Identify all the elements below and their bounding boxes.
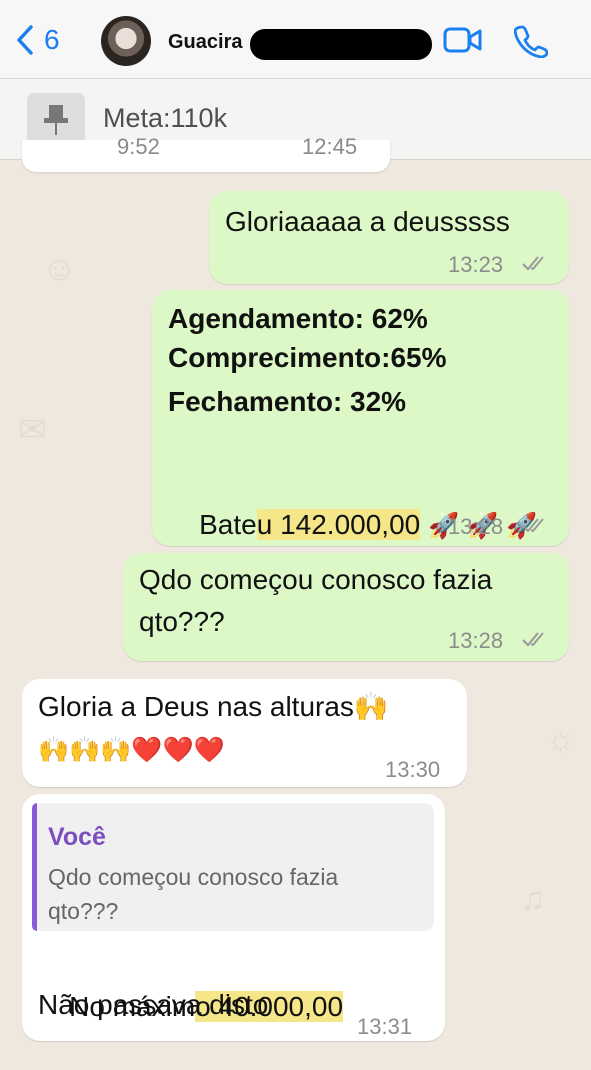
contact-name[interactable]: Guacira bbox=[168, 31, 242, 54]
message-text-line: qto??? bbox=[139, 606, 225, 637]
message-text-bold-line: Fechamento: 32% bbox=[168, 386, 407, 417]
pin-icon-box bbox=[27, 93, 85, 147]
double-check-icon bbox=[522, 518, 544, 533]
incoming-message[interactable]: Gloria a Deus nas alturas🙌 🙌🙌🙌❤️❤️❤️ 13:… bbox=[22, 679, 467, 787]
quote-accent-bar bbox=[32, 803, 37, 931]
redaction-bar bbox=[250, 29, 432, 60]
incoming-reply-message[interactable]: Você Qdo começou conosco fazia qto??? No… bbox=[22, 794, 445, 1041]
emoji-line: 🙌🙌🙌❤️❤️❤️ bbox=[38, 735, 225, 764]
message-time: 13:23 bbox=[448, 252, 504, 277]
quoted-text: Qdo começou conosco fazia qto??? bbox=[48, 864, 339, 924]
chat-background-doodle: ✉ bbox=[18, 411, 47, 449]
chat-header: 6 Guacira bbox=[0, 0, 591, 79]
message-text-line: Não passava disto bbox=[38, 989, 269, 1020]
chat-background-doodle: ♫ bbox=[520, 880, 546, 918]
chevron-left-icon bbox=[17, 25, 33, 55]
message-time: 13:28 bbox=[448, 514, 504, 539]
double-check-icon bbox=[522, 632, 544, 647]
phone-icon[interactable] bbox=[514, 24, 548, 58]
message-text-bold-line: Comprecimento:65% bbox=[168, 342, 447, 373]
previous-message-time-left: 9:52 bbox=[117, 134, 160, 159]
message-text-line: Qdo começou conosco fazia bbox=[139, 564, 493, 595]
previous-message-time-right: 12:45 bbox=[302, 134, 358, 159]
outgoing-message[interactable]: Qdo começou conosco fazia qto??? 13:28 bbox=[123, 553, 569, 661]
outgoing-message[interactable]: Gloriaaaaa a deusssss 13:23 bbox=[209, 191, 569, 284]
quoted-author: Você bbox=[48, 823, 106, 851]
quoted-message[interactable]: Você Qdo começou conosco fazia qto??? bbox=[32, 803, 434, 931]
pinned-message-text: Meta:110k bbox=[103, 103, 228, 133]
pin-icon bbox=[44, 105, 68, 135]
outgoing-message[interactable]: Agendamento: 62% Comprecimento:65% Fecha… bbox=[152, 290, 569, 546]
video-camera-icon[interactable] bbox=[443, 24, 483, 56]
chat-background-doodle: ☺ bbox=[42, 250, 77, 288]
highlighted-amount: u 142.000,00 bbox=[256, 509, 421, 540]
message-text-prefix: Bate bbox=[199, 509, 257, 540]
avatar[interactable] bbox=[101, 16, 151, 66]
message-text-bold-line: Agendamento: 62% bbox=[168, 303, 428, 334]
message-time: 13:28 bbox=[448, 628, 504, 653]
chat-background-doodle: ☼ bbox=[545, 720, 577, 758]
back-button[interactable]: 6 bbox=[16, 20, 60, 60]
double-check-icon bbox=[522, 256, 544, 271]
message-text: Gloriaaaaa a deusssss bbox=[225, 206, 510, 237]
message-time: 13:30 bbox=[385, 757, 441, 782]
unread-count: 6 bbox=[44, 24, 60, 55]
message-text-line: Gloria a Deus nas alturas🙌 bbox=[38, 691, 389, 722]
message-time: 13:31 bbox=[357, 1014, 413, 1039]
previous-message-stub: 9:52 12:45 bbox=[22, 134, 390, 172]
